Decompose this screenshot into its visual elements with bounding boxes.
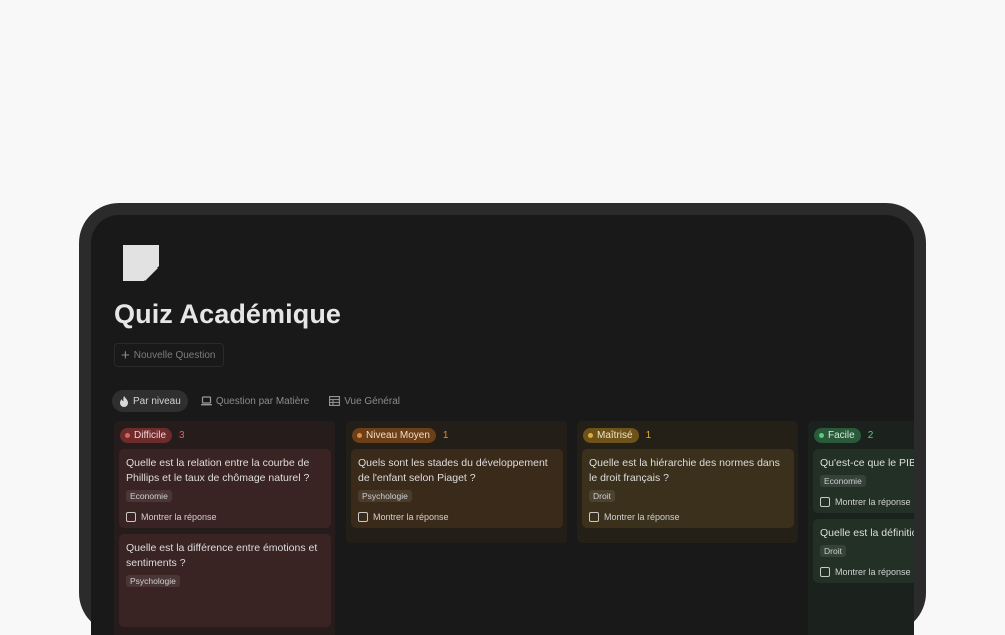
status-dot [588,432,593,438]
column-count: 1 [442,429,449,441]
new-question-label: Nouvelle Question [133,349,216,361]
show-answer-checkbox[interactable]: Montrer la réponse [820,567,914,577]
checkbox-label: Montrer la réponse [141,512,217,522]
quiz-card[interactable]: Quelle est la différence entre émotions … [119,534,331,627]
plus-icon: + [121,346,130,364]
app-window: Quiz Académique + Nouvelle Question Par … [91,215,914,635]
card-question: Quels sont les stades du développement d… [358,457,548,484]
quiz-card[interactable]: Quelle est la hiérarchie des normes dans… [582,449,794,528]
card-question: Quelle est la différence entre émotions … [126,542,318,569]
checkbox-icon [589,512,599,522]
checkbox-icon [820,497,830,507]
column-header: Maîtrisé 1 [577,421,798,449]
checkbox-label: Montrer la réponse [604,512,680,522]
quiz-card[interactable]: Quelle est la relation entre la courbe d… [119,449,331,528]
quiz-card[interactable]: Qu'est-ce que le PIB et Economie Montrer… [813,449,914,513]
board-column-difficile: Difficile 3 Quelle est la relation entre… [114,421,335,635]
page-title: Quiz Académique [114,299,342,329]
column-header: Difficile 3 [114,421,335,449]
laptop-icon [200,396,212,406]
badge-label: Maîtrisé [597,429,633,441]
checkbox-label: Montrer la réponse [835,497,911,507]
card-question: Quelle est la définition [820,527,914,539]
show-answer-checkbox[interactable]: Montrer la réponse [126,512,324,522]
column-count: 3 [179,429,185,441]
status-dot [819,432,824,438]
checkbox-icon [820,567,830,577]
column-count: 2 [867,429,874,441]
tab-vue-general[interactable]: Vue Général [322,390,407,412]
status-badge[interactable]: Maîtrisé [583,427,639,443]
badge-label: Facile [828,429,855,441]
board-column-facile: Facile 2 Qu'est-ce que le PIB et Economi… [808,421,914,635]
quiz-card[interactable]: Quels sont les stades du développement d… [351,449,563,528]
card-question: Quelle est la hiérarchie des normes dans… [589,457,780,484]
tab-question-par-matiere[interactable]: Question par Matière [194,390,316,412]
show-answer-checkbox[interactable]: Montrer la réponse [589,512,787,522]
show-answer-checkbox[interactable]: Montrer la réponse [820,497,914,507]
fire-icon [120,395,128,407]
badge-label: Niveau Moyen [366,429,430,441]
badge-label: Difficile [134,429,167,441]
new-question-button[interactable]: + Nouvelle Question [114,343,225,367]
table-icon [329,396,341,406]
tab-label: Par niveau [133,395,181,407]
status-badge[interactable]: Facile [814,427,861,443]
tab-par-niveau[interactable]: Par niveau [112,390,188,412]
card-question: Qu'est-ce que le PIB et [820,457,914,469]
subject-tag: Psychologie [126,575,180,587]
subject-tag: Economie [820,475,866,487]
view-tabs: Par niveau Question par Matière Vue Géné… [112,390,407,412]
show-answer-checkbox[interactable]: Montrer la réponse [358,512,556,522]
tab-label: Question par Matière [215,395,310,407]
subject-tag: Droit [589,490,615,502]
subject-tag: Psychologie [358,490,412,502]
status-dot [357,432,362,438]
board-column-niveau-moyen: Niveau Moyen 1 Quels sont les stades du … [346,421,567,543]
column-count: 1 [645,429,652,441]
status-dot [125,432,130,438]
subject-tag: Droit [820,545,846,557]
checkbox-icon [126,512,136,522]
quiz-card[interactable]: Quelle est la définition Droit Montrer l… [813,519,914,583]
board-column-maitrise: Maîtrisé 1 Quelle est la hiérarchie des … [577,421,798,543]
checkbox-label: Montrer la réponse [373,512,449,522]
status-badge[interactable]: Difficile [120,427,173,443]
column-header: Niveau Moyen 1 [346,421,567,449]
checkbox-icon [358,512,368,522]
card-question: Quelle est la relation entre la courbe d… [126,457,310,484]
checkbox-label: Montrer la réponse [835,567,911,577]
status-badge[interactable]: Niveau Moyen [352,427,436,443]
tab-label: Vue Général [344,395,400,407]
subject-tag: Economie [126,490,172,502]
notion-page-icon [123,245,159,281]
column-header: Facile 2 [808,421,914,449]
